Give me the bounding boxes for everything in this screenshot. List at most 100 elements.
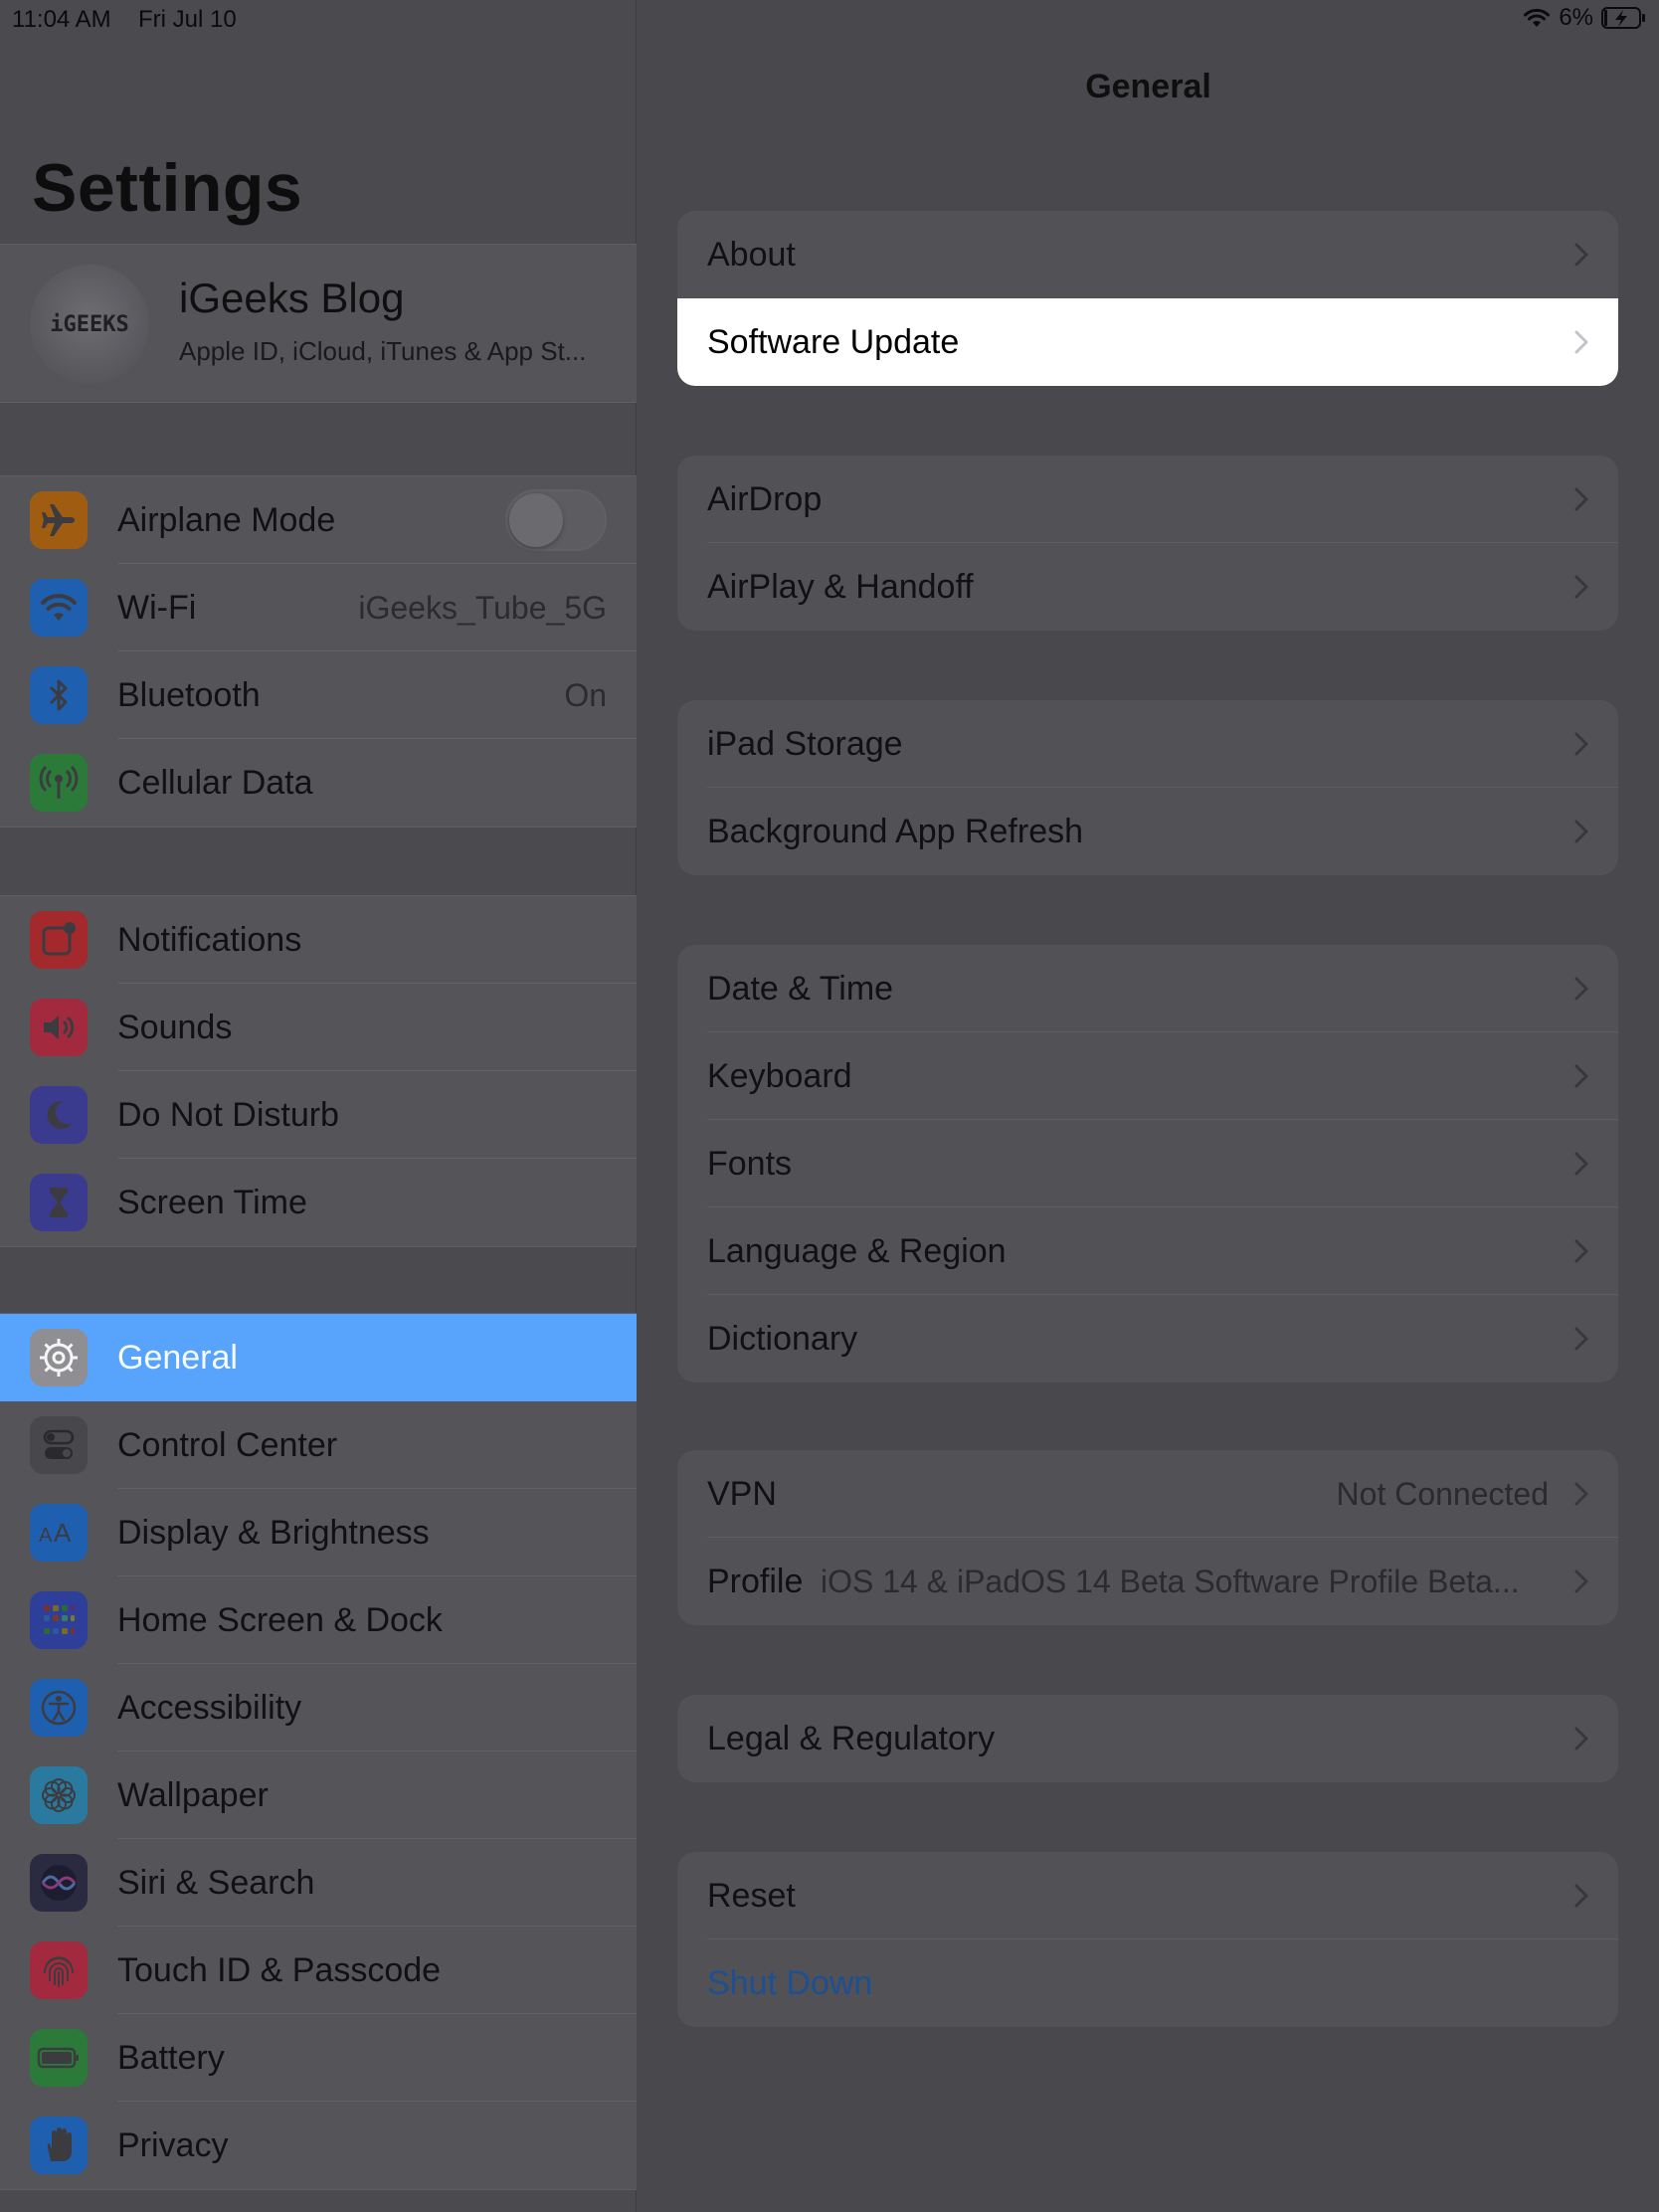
row-fonts[interactable]: Fonts bbox=[677, 1120, 1618, 1207]
sidebar-item-label: Siri & Search bbox=[117, 1864, 315, 1902]
sidebar-item-label: Wi-Fi bbox=[117, 589, 197, 627]
row-label: Language & Region bbox=[707, 1232, 1007, 1270]
sidebar-item-label: Display & Brightness bbox=[117, 1514, 430, 1552]
wifi-icon bbox=[30, 579, 88, 637]
airplane-icon bbox=[30, 491, 88, 549]
row-language-region[interactable]: Language & Region bbox=[677, 1207, 1618, 1295]
sidebar-item-label: Home Screen & Dock bbox=[117, 1601, 443, 1639]
chevron-right-icon bbox=[1574, 1152, 1588, 1176]
avatar: iGEEKS bbox=[30, 265, 149, 384]
chevron-right-icon bbox=[1574, 1569, 1588, 1593]
card-storage: iPad Storage Background App Refresh bbox=[677, 700, 1618, 875]
sidebar-item-control-center[interactable]: Control Center bbox=[0, 1401, 637, 1489]
row-ipad-storage[interactable]: iPad Storage bbox=[677, 700, 1618, 788]
row-label: Date & Time bbox=[707, 970, 894, 1008]
sidebar-item-privacy[interactable]: Privacy bbox=[0, 2102, 637, 2189]
chevron-right-icon bbox=[1574, 243, 1588, 267]
sidebar-item-accessibility[interactable]: Accessibility bbox=[0, 1664, 637, 1751]
sidebar-item-battery[interactable]: Battery bbox=[0, 2014, 637, 2102]
row-label: AirDrop bbox=[707, 480, 823, 518]
row-profile[interactable]: Profile iOS 14 & iPadOS 14 Beta Software… bbox=[677, 1538, 1618, 1625]
moon-icon bbox=[30, 1086, 88, 1144]
gear-icon bbox=[30, 1329, 88, 1386]
row-label: Background App Refresh bbox=[707, 813, 1084, 850]
row-shut-down[interactable]: Shut Down bbox=[677, 1939, 1618, 2027]
row-label: Profile bbox=[707, 1563, 804, 1600]
row-reset[interactable]: Reset bbox=[677, 1852, 1618, 1939]
row-label: About bbox=[707, 236, 796, 274]
sidebar-item-wallpaper[interactable]: Wallpaper bbox=[0, 1751, 637, 1839]
sidebar-item-label: Touch ID & Passcode bbox=[117, 1951, 442, 1989]
sidebar-item-label: Battery bbox=[117, 2039, 225, 2077]
sidebar-item-general[interactable]: General bbox=[0, 1314, 637, 1401]
chevron-right-icon bbox=[1574, 820, 1588, 843]
card-legal: Legal & Regulatory bbox=[677, 1695, 1618, 1782]
switches-icon bbox=[30, 1416, 88, 1474]
row-label: Legal & Regulatory bbox=[707, 1720, 996, 1757]
status-bar: 11:04 AM Fri Jul 10 6% bbox=[0, 0, 1659, 40]
chevron-right-icon bbox=[1574, 1727, 1588, 1751]
profile-name: iGeeks Blog bbox=[179, 275, 405, 321]
row-legal-regulatory[interactable]: Legal & Regulatory bbox=[677, 1695, 1618, 1782]
hourglass-icon bbox=[30, 1174, 88, 1231]
battery-icon bbox=[30, 2029, 88, 2087]
sidebar-item-label: Notifications bbox=[117, 921, 302, 959]
general-detail-pane: General About Software Update AirDrop Ai… bbox=[638, 0, 1659, 2212]
sidebar-item-wifi[interactable]: Wi-Fi iGeeks_Tube_5G bbox=[0, 564, 637, 651]
sidebar-item-sounds[interactable]: Sounds bbox=[0, 984, 637, 1071]
card-vpn-profile: VPN Not Connected Profile iOS 14 & iPadO… bbox=[677, 1450, 1618, 1625]
bluetooth-icon bbox=[30, 666, 88, 724]
svg-text:A: A bbox=[54, 1518, 72, 1548]
row-keyboard[interactable]: Keyboard bbox=[677, 1032, 1618, 1120]
sidebar-group-connectivity: Airplane Mode Wi-Fi iGeeks_Tube_5G Bluet… bbox=[0, 475, 637, 828]
status-date: Fri Jul 10 bbox=[138, 6, 237, 33]
row-airplay-handoff[interactable]: AirPlay & Handoff bbox=[677, 543, 1618, 631]
sidebar-item-touch-id-passcode[interactable]: Touch ID & Passcode bbox=[0, 1927, 637, 2014]
row-airdrop[interactable]: AirDrop bbox=[677, 456, 1618, 543]
hand-icon bbox=[30, 2117, 88, 2174]
row-label: Reset bbox=[707, 1877, 796, 1915]
airplane-mode-toggle[interactable] bbox=[505, 489, 607, 551]
sidebar-item-cellular-data[interactable]: Cellular Data bbox=[0, 739, 637, 827]
sidebar-item-label: Cellular Data bbox=[117, 764, 313, 802]
sidebar-group-general: General Control Center AA Display & Brig… bbox=[0, 1313, 637, 2190]
row-dictionary[interactable]: Dictionary bbox=[677, 1295, 1618, 1382]
page-title: General bbox=[1085, 68, 1211, 105]
sidebar-item-bluetooth[interactable]: Bluetooth On bbox=[0, 651, 637, 739]
chevron-right-icon bbox=[1574, 1884, 1588, 1908]
settings-sidebar: Settings iGEEKS iGeeks Blog Apple ID, iC… bbox=[0, 0, 637, 2212]
profile-value: iOS 14 & iPadOS 14 Beta Software Profile… bbox=[821, 1564, 1520, 1599]
row-software-update[interactable]: Software Update bbox=[677, 298, 1618, 386]
flower-icon bbox=[30, 1766, 88, 1824]
row-vpn[interactable]: VPN Not Connected bbox=[677, 1450, 1618, 1538]
svg-text:A: A bbox=[39, 1525, 53, 1547]
sidebar-item-display-brightness[interactable]: AA Display & Brightness bbox=[0, 1489, 637, 1576]
row-date-time[interactable]: Date & Time bbox=[677, 945, 1618, 1032]
sidebar-item-screen-time[interactable]: Screen Time bbox=[0, 1159, 637, 1246]
profile-row[interactable]: iGEEKS iGeeks Blog Apple ID, iCloud, iTu… bbox=[0, 244, 637, 403]
text-size-icon: AA bbox=[30, 1504, 88, 1562]
toggle-knob bbox=[509, 493, 563, 547]
battery-percent: 6% bbox=[1559, 4, 1593, 31]
sidebar-item-home-screen-dock[interactable]: Home Screen & Dock bbox=[0, 1576, 637, 1664]
sidebar-item-label: Accessibility bbox=[117, 1689, 302, 1727]
sidebar-group-notifications: Notifications Sounds Do Not Disturb Scre… bbox=[0, 895, 637, 1247]
row-label: Fonts bbox=[707, 1145, 793, 1183]
sidebar-item-do-not-disturb[interactable]: Do Not Disturb bbox=[0, 1071, 637, 1159]
status-right: 6% bbox=[1523, 4, 1647, 32]
sidebar-item-airplane-mode[interactable]: Airplane Mode bbox=[0, 476, 637, 564]
chevron-right-icon bbox=[1574, 1327, 1588, 1351]
vpn-status-value: Not Connected bbox=[1336, 1476, 1549, 1512]
row-label: Software Update bbox=[707, 323, 960, 361]
grid-icon bbox=[30, 1591, 88, 1649]
notifications-icon bbox=[30, 911, 88, 969]
sidebar-item-notifications[interactable]: Notifications bbox=[0, 896, 637, 984]
row-about[interactable]: About bbox=[677, 211, 1618, 298]
wifi-network-value: iGeeks_Tube_5G bbox=[358, 590, 607, 626]
chevron-right-icon bbox=[1574, 1482, 1588, 1506]
sidebar-item-label: Screen Time bbox=[117, 1184, 307, 1221]
sidebar-item-siri-search[interactable]: Siri & Search bbox=[0, 1839, 637, 1927]
sidebar-item-label: Airplane Mode bbox=[117, 501, 336, 539]
shut-down-button[interactable]: Shut Down bbox=[707, 1939, 872, 2027]
row-background-app-refresh[interactable]: Background App Refresh bbox=[677, 788, 1618, 875]
